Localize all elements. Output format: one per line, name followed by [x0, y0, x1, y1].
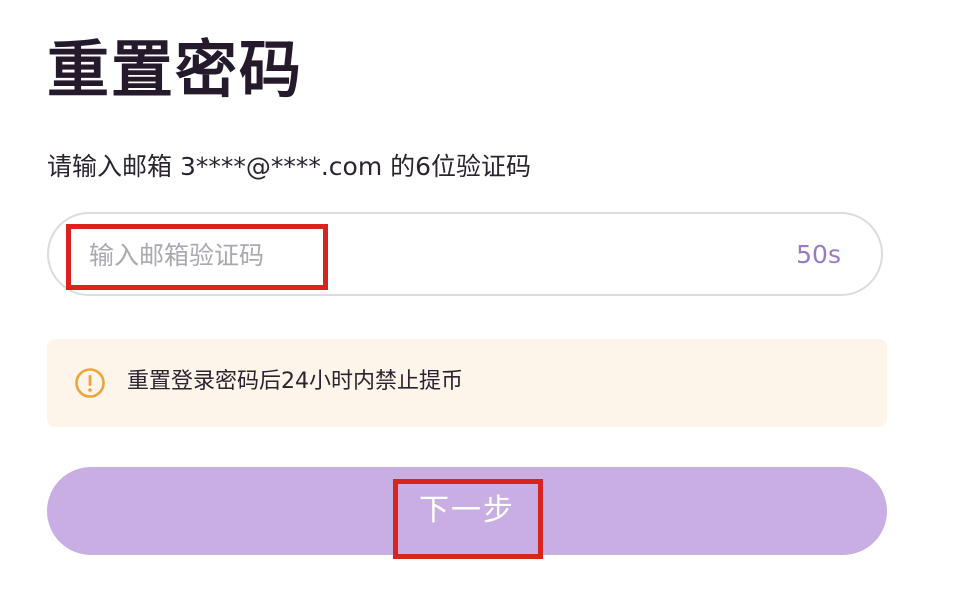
withdrawal-notice: 重置登录密码后24小时内禁止提币 — [47, 339, 887, 427]
next-step-button[interactable]: 下一步 — [47, 467, 887, 555]
reset-password-page: 重置密码 请输入邮箱 3****@****.com 的6位验证码 50s 重置登… — [0, 0, 956, 610]
email-code-instruction: 请输入邮箱 3****@****.com 的6位验证码 — [47, 152, 532, 181]
warning-circle-icon — [75, 368, 105, 398]
resend-countdown: 50s — [796, 240, 841, 269]
email-code-input[interactable] — [89, 234, 689, 276]
next-step-label: 下一步 — [419, 494, 515, 527]
page-title: 重置密码 — [47, 33, 304, 106]
email-code-field[interactable]: 50s — [47, 212, 883, 296]
notice-text: 重置登录密码后24小时内禁止提币 — [127, 369, 463, 394]
